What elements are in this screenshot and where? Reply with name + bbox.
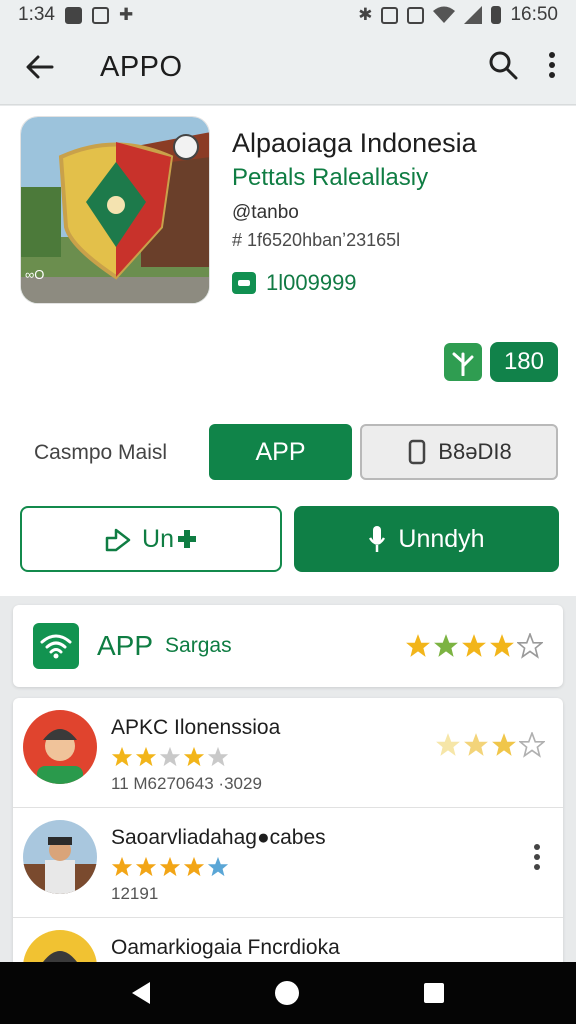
avatar <box>23 710 97 784</box>
list-item[interactable]: APKC Ilonenssioa 11 M6270643 ·3029 <box>13 698 563 808</box>
action-row-2: Un Unndyh <box>0 506 576 574</box>
secondary-button[interactable]: B8əDI8 <box>360 424 558 480</box>
star-icon <box>434 634 458 657</box>
nav-home-button[interactable] <box>274 981 299 1005</box>
page-title: APPO <box>100 50 183 83</box>
review-meta: 11 M6270643 ·3029 <box>111 774 262 793</box>
arrow-left-icon <box>26 55 54 79</box>
wifi-status-icon <box>433 6 456 23</box>
avatar <box>23 820 97 894</box>
appbar-rating <box>405 633 543 659</box>
status-time: 1:34 <box>18 4 55 25</box>
developer-link[interactable]: Pettals Raleallasiy <box>232 164 428 192</box>
status-bar: 1:34 ✚ ✱ 16:50 <box>0 0 576 30</box>
review-author: Oamarkiogaia Fncrdioka <box>111 936 340 959</box>
top-app-bar: APPO <box>0 30 576 105</box>
shield-logo-icon: ∞O <box>21 117 209 303</box>
star-icon <box>135 856 157 877</box>
share-icon <box>105 528 131 552</box>
nav-back-button[interactable] <box>132 982 151 1004</box>
app-button[interactable]: APP <box>209 424 352 480</box>
review-rating <box>111 856 229 878</box>
leaf-icon <box>443 343 482 381</box>
app-id: # 1f6520hbanʼ23165l <box>232 230 401 250</box>
search-button[interactable] <box>488 50 518 85</box>
more-vert-icon <box>549 51 555 78</box>
score-badge: 180 <box>489 342 558 382</box>
review-author: APKC Ilonenssioa <box>111 716 281 739</box>
score-area: 180 <box>443 342 558 382</box>
list-item[interactable]: Oamarkiogaia Fncrdioka <box>13 918 563 968</box>
app-handle: @tanbo <box>232 202 299 223</box>
review-side-rating <box>435 732 545 758</box>
battery-icon <box>491 6 502 24</box>
star-icon <box>159 856 181 877</box>
search-icon <box>489 51 518 79</box>
primary-button[interactable]: Unndyh <box>294 506 559 572</box>
star-icon <box>207 746 229 767</box>
review-author: Saoarvliadahag●cabes <box>111 826 326 849</box>
star-icon <box>207 856 229 877</box>
image-icon <box>91 6 109 24</box>
primary-button-label: Unndyh <box>398 524 485 553</box>
star-icon <box>436 733 460 756</box>
back-button[interactable] <box>20 47 60 87</box>
star-icon <box>406 634 430 657</box>
app-header-card: ∞O Alpaoiaga Indonesia Pettals Raleallas… <box>0 106 576 596</box>
data-icon <box>407 6 425 24</box>
app-summary-card[interactable]: APP Sargas <box>13 605 563 687</box>
notification-icon <box>64 6 82 24</box>
signal-icon <box>464 6 483 24</box>
star-outline-icon <box>517 633 543 659</box>
star-icon <box>183 856 205 877</box>
review-rating <box>111 746 229 768</box>
wifi-icon <box>33 623 79 669</box>
star-icon <box>135 746 157 767</box>
star-icon <box>464 733 488 756</box>
star-icon <box>111 856 133 877</box>
review-meta: 12191 <box>111 884 159 903</box>
download-icon <box>232 272 256 294</box>
row-label: Casmpo Maisl <box>34 441 168 464</box>
action-row-1: Casmpo Maisl APP B8əDI8 <box>0 424 576 482</box>
more-vert-icon <box>534 844 540 870</box>
bluetooth-icon: ✱ <box>358 5 373 24</box>
star-icon <box>462 634 486 657</box>
review-more-button[interactable] <box>533 844 541 875</box>
appbar-title: APP <box>97 630 154 661</box>
secondary-button-label: B8əDI8 <box>438 439 512 464</box>
star-icon <box>183 746 205 767</box>
svg-text:∞O: ∞O <box>25 267 44 282</box>
settings-icon: ✚ <box>118 5 134 24</box>
appbar-subtitle: Sargas <box>165 634 232 657</box>
app-icon: ∞O <box>20 116 210 304</box>
star-half-icon <box>492 733 516 756</box>
app-name: Alpaoiaga Indonesia <box>232 128 477 158</box>
nav-recents-button[interactable] <box>423 983 444 1003</box>
outline-button[interactable]: Un <box>20 506 282 572</box>
star-icon <box>490 634 514 657</box>
downloads-count: 1l009999 <box>232 270 357 296</box>
phone-icon <box>409 439 426 465</box>
list-item[interactable]: Saoarvliadahag●cabes 12191 <box>13 808 563 918</box>
mic-icon <box>369 526 386 552</box>
outline-button-label: Un <box>142 524 174 553</box>
star-icon <box>111 746 133 767</box>
status-clock: 16:50 <box>510 4 558 25</box>
downloads-value: 1l009999 <box>266 270 357 295</box>
more-options-button[interactable] <box>548 51 556 83</box>
vibrate-icon <box>381 6 399 24</box>
star-outline-icon <box>519 732 545 758</box>
star-icon <box>159 746 181 767</box>
plus-icon <box>177 530 196 548</box>
review-list: APKC Ilonenssioa 11 M6270643 ·3029 Saoar… <box>13 698 563 968</box>
system-nav-bar <box>0 962 576 1024</box>
